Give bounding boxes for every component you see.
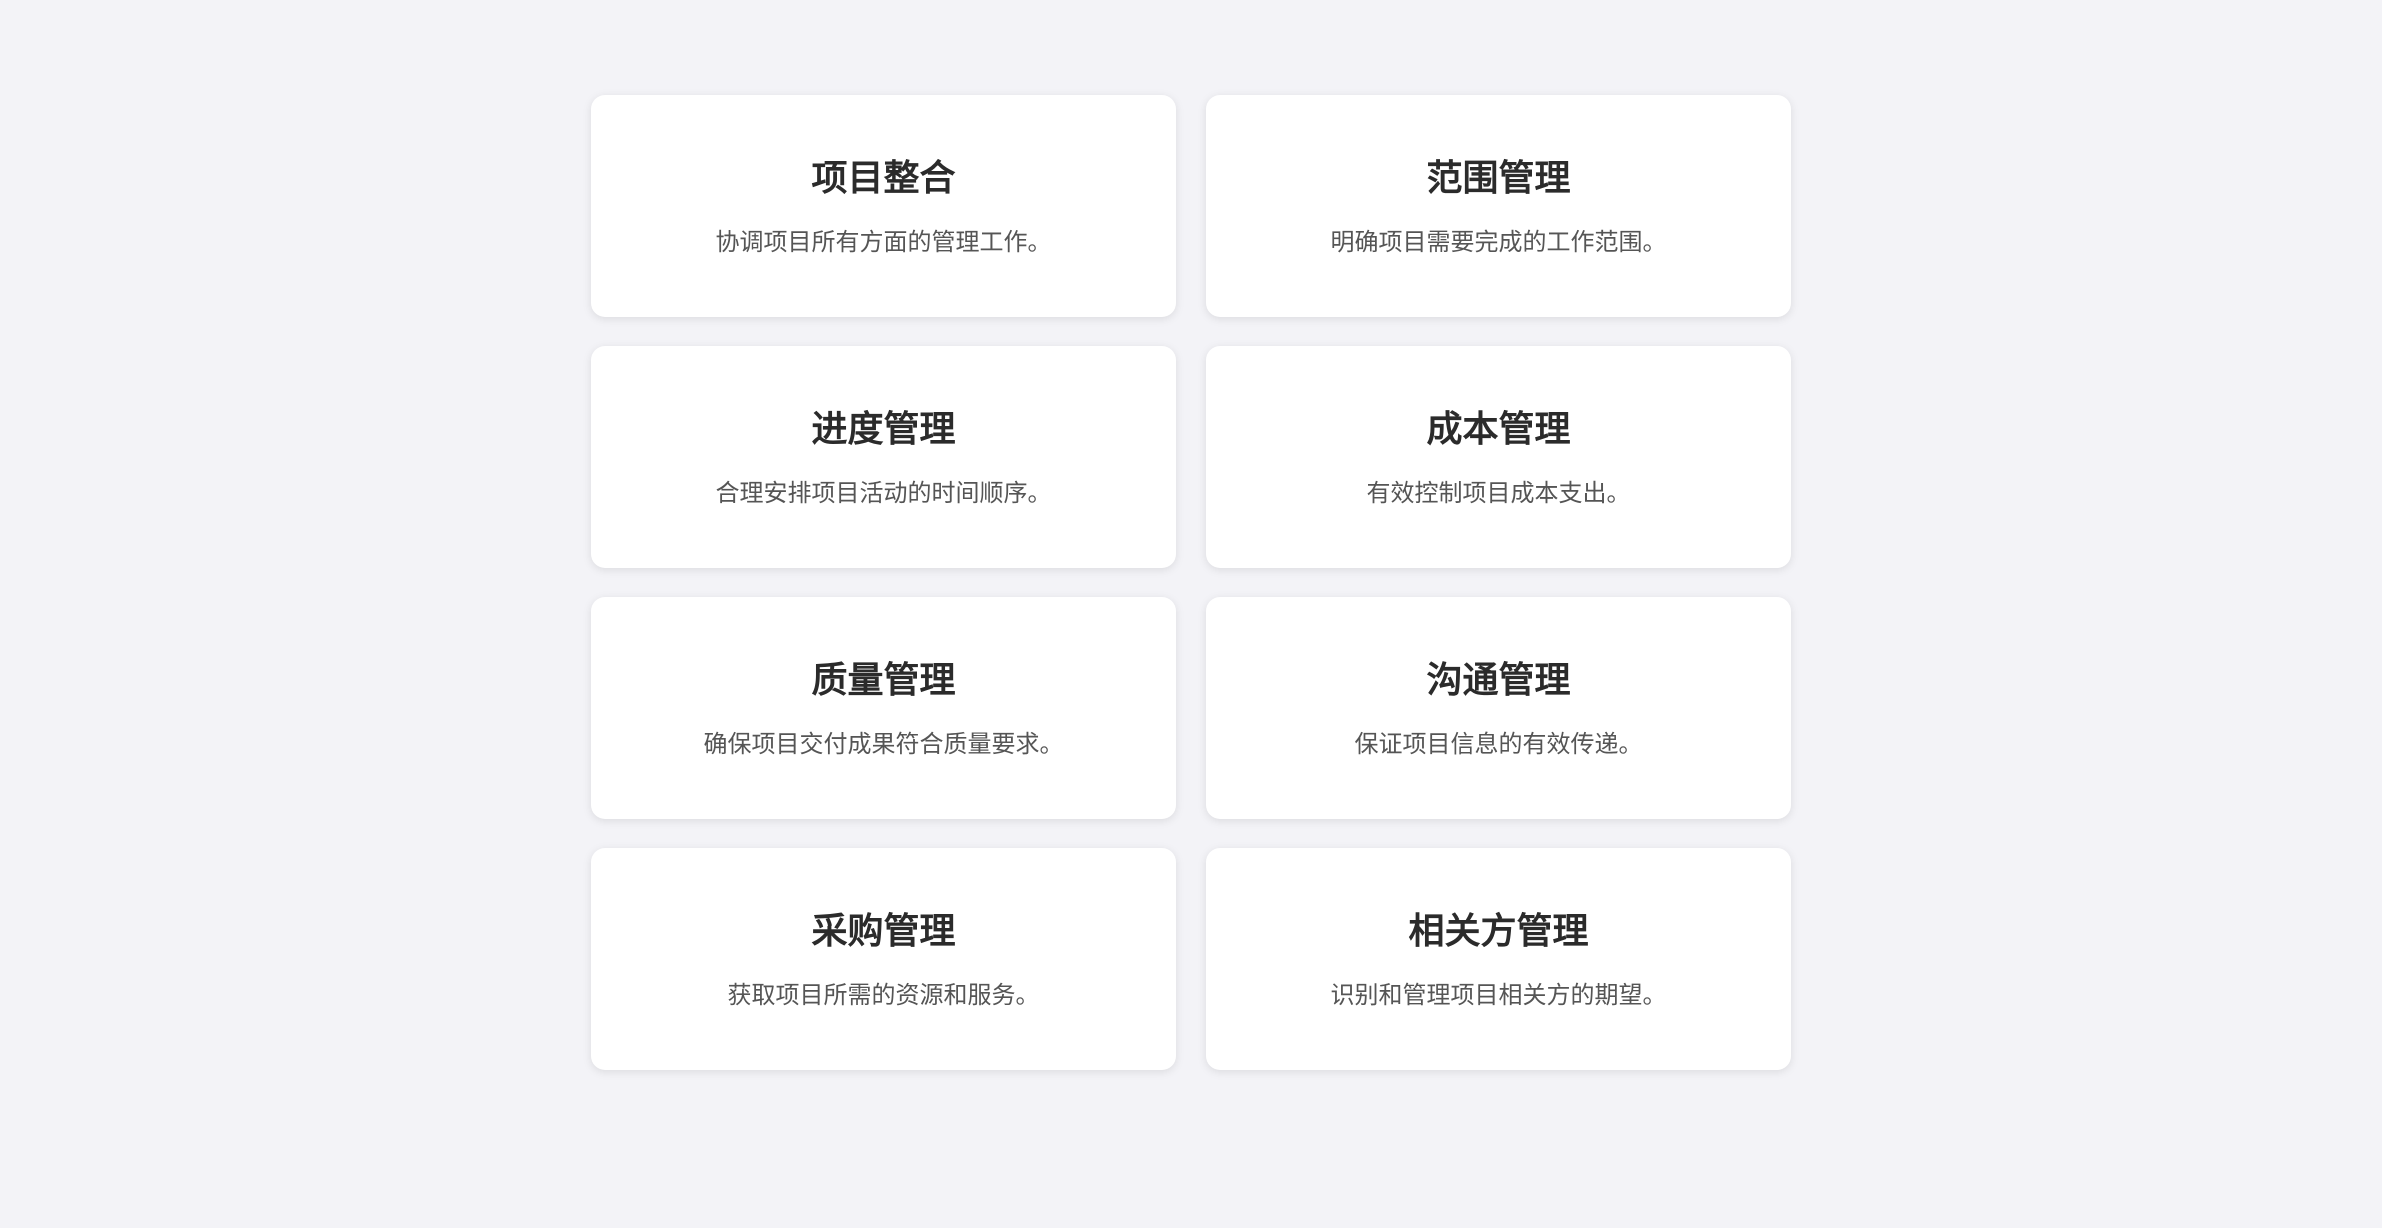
- card-quality[interactable]: 质量管理 确保项目交付成果符合质量要求。: [591, 597, 1176, 819]
- card-description: 确保项目交付成果符合质量要求。: [703, 730, 1064, 758]
- card-title: 项目整合: [811, 158, 956, 199]
- card-title: 进度管理: [811, 409, 956, 450]
- card-title: 沟通管理: [1426, 660, 1571, 701]
- card-cost[interactable]: 成本管理 有效控制项目成本支出。: [1206, 346, 1791, 568]
- knowledge-area-grid: 项目整合 协调项目所有方面的管理工作。 范围管理 明确项目需要完成的工作范围。 …: [591, 95, 1791, 1070]
- card-description: 明确项目需要完成的工作范围。: [1330, 228, 1667, 256]
- card-stakeholder[interactable]: 相关方管理 识别和管理项目相关方的期望。: [1206, 848, 1791, 1070]
- card-communication[interactable]: 沟通管理 保证项目信息的有效传递。: [1206, 597, 1791, 819]
- card-title: 范围管理: [1426, 158, 1571, 199]
- card-integration[interactable]: 项目整合 协调项目所有方面的管理工作。: [591, 95, 1176, 317]
- card-description: 协调项目所有方面的管理工作。: [715, 228, 1052, 256]
- card-description: 保证项目信息的有效传递。: [1354, 730, 1643, 758]
- card-title: 质量管理: [811, 660, 956, 701]
- card-scope[interactable]: 范围管理 明确项目需要完成的工作范围。: [1206, 95, 1791, 317]
- card-procurement[interactable]: 采购管理 获取项目所需的资源和服务。: [591, 848, 1176, 1070]
- card-description: 识别和管理项目相关方的期望。: [1330, 981, 1667, 1009]
- card-description: 获取项目所需的资源和服务。: [727, 981, 1040, 1009]
- card-title: 成本管理: [1426, 409, 1571, 450]
- card-description: 合理安排项目活动的时间顺序。: [715, 479, 1052, 507]
- card-title: 采购管理: [811, 911, 956, 952]
- card-title: 相关方管理: [1408, 911, 1589, 952]
- card-description: 有效控制项目成本支出。: [1366, 479, 1631, 507]
- card-schedule[interactable]: 进度管理 合理安排项目活动的时间顺序。: [591, 346, 1176, 568]
